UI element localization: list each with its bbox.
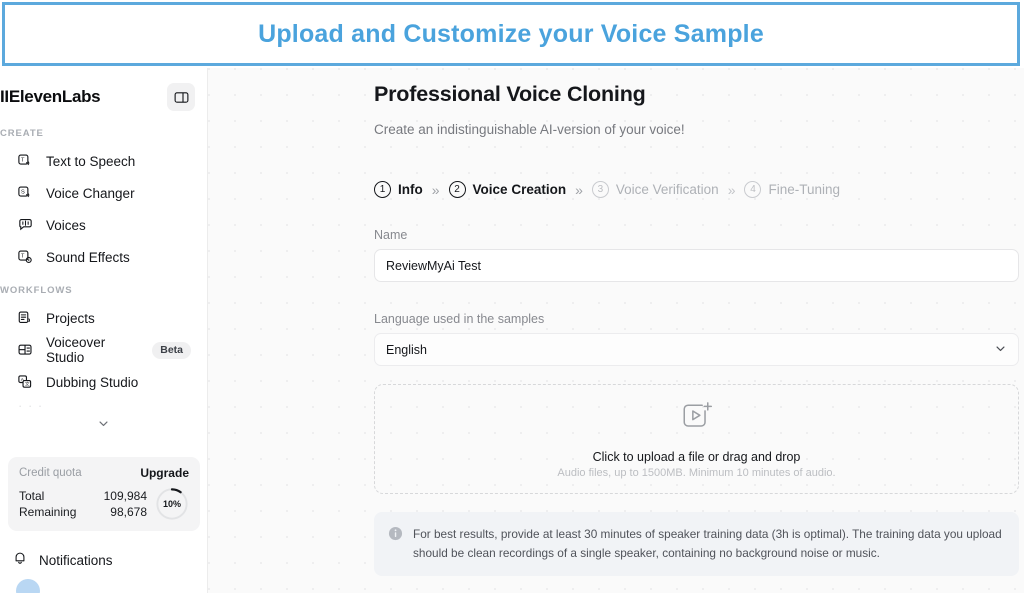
beta-badge: Beta — [152, 341, 191, 359]
voiceover-studio-icon — [16, 341, 35, 360]
name-input[interactable]: ReviewMyAi Test — [374, 249, 1019, 282]
name-field-label: Name — [374, 228, 408, 242]
sidebar-toggle-button[interactable] — [167, 83, 195, 111]
sidebar-item-voiceover-studio[interactable]: Voiceover Studio Beta — [12, 334, 195, 366]
credit-quota-body: Total 109,984 Remaining 98,678 10% — [19, 487, 189, 521]
sidebar-item-text-to-speech[interactable]: T Text to Speech — [12, 145, 195, 177]
sidebar-section-label-workflows: WORKFLOWS — [0, 285, 73, 296]
main-inner: Professional Voice Cloning Create an ind… — [208, 68, 1024, 576]
svg-text:T: T — [21, 157, 25, 163]
sidebar-item-label: Voiceover Studio — [46, 335, 106, 365]
sidebar-brand-row: IIElevenLabs — [0, 68, 195, 116]
sidebar-item-faded: · · · — [18, 398, 44, 413]
sidebar-section-label-create: CREATE — [0, 128, 44, 139]
sidebar-item-dubbing-studio[interactable]: A 文 Dubbing Studio — [12, 366, 195, 398]
info-note-line1: For best results, provide at least 30 mi… — [413, 527, 963, 541]
page-title: Professional Voice Cloning — [374, 82, 646, 106]
sidebar-item-projects[interactable]: Projects — [12, 302, 195, 334]
voice-changer-icon: S — [16, 184, 35, 203]
credit-remaining-row: Remaining 98,678 — [19, 504, 147, 520]
app-window: IIElevenLabs CREATE T Text to Speech S V… — [0, 68, 1024, 593]
language-select[interactable]: English — [374, 333, 1019, 366]
media-upload-icon — [679, 400, 715, 439]
sound-effects-icon: T — [16, 248, 35, 267]
credit-quota-header: Credit quota Upgrade — [19, 466, 189, 480]
page-banner: Upload and Customize your Voice Sample — [2, 2, 1020, 66]
file-dropzone[interactable]: Click to upload a file or drag and drop … — [374, 384, 1019, 494]
step-separator: » — [575, 181, 583, 198]
credit-progress-ring: 10% — [155, 487, 189, 521]
sidebar-item-voices[interactable]: Voices — [12, 209, 195, 241]
main-content: Professional Voice Cloning Create an ind… — [208, 68, 1024, 593]
credit-total-label: Total — [19, 489, 45, 503]
name-input-value: ReviewMyAi Test — [386, 258, 481, 273]
dropzone-sub-text: Audio files, up to 1500MB. Minimum 10 mi… — [557, 466, 836, 479]
step-number: 1 — [374, 181, 391, 198]
info-icon — [388, 526, 403, 563]
step-info[interactable]: 1 Info — [374, 181, 423, 198]
credit-percent-label: 10% — [162, 499, 181, 509]
credit-total-row: Total 109,984 — [19, 488, 147, 504]
step-label: Voice Creation — [472, 182, 567, 197]
credit-remaining-label: Remaining — [19, 505, 77, 519]
step-label: Voice Verification — [615, 182, 719, 197]
credit-total-value: 109,984 — [103, 489, 147, 503]
stepper: 1 Info » 2 Voice Creation » 3 Voice Veri… — [374, 181, 1024, 198]
text-to-speech-icon: T — [16, 152, 35, 171]
screenshot-root: Upload and Customize your Voice Sample I… — [0, 0, 1024, 593]
step-number: 2 — [448, 181, 466, 198]
credit-quota-card: Credit quota Upgrade Total 109,984 Remai… — [8, 457, 200, 531]
bell-icon — [12, 550, 28, 571]
info-note-text: For best results, provide at least 30 mi… — [413, 525, 1005, 563]
chevron-down-icon — [994, 342, 1007, 358]
page-subtitle: Create an indistinguishable AI-version o… — [374, 122, 685, 137]
projects-icon — [16, 309, 35, 328]
dropzone-main-text: Click to upload a file or drag and drop — [592, 449, 801, 464]
sidebar-expand-button[interactable] — [12, 412, 195, 434]
step-fine-tuning[interactable]: 4 Fine-Tuning — [744, 181, 840, 198]
credit-quota-title: Credit quota — [19, 467, 82, 479]
sidebar-item-label: Text to Speech — [46, 153, 136, 169]
step-separator: » — [727, 181, 736, 198]
step-voice-verification[interactable]: 3 Voice Verification — [591, 181, 719, 198]
sidebar-item-voice-changer[interactable]: S Voice Changer — [12, 177, 195, 209]
sidebar-item-sound-effects[interactable]: T Sound Effects — [12, 241, 195, 273]
language-select-value: English — [386, 342, 427, 357]
svg-text:T: T — [21, 253, 25, 259]
step-label: Fine-Tuning — [768, 182, 841, 197]
step-number: 4 — [744, 181, 762, 198]
sidebar-item-label: Notifications — [39, 553, 113, 568]
sidebar-item-label: Sound Effects — [46, 249, 130, 265]
chevron-down-icon — [99, 420, 108, 426]
sidebar-item-label: Voice Changer — [46, 185, 135, 201]
step-number: 3 — [591, 181, 609, 198]
brand-logo: IIElevenLabs — [0, 87, 101, 106]
sidebar-item-notifications[interactable]: Notifications — [12, 550, 113, 571]
language-field-label: Language used in the samples — [374, 312, 545, 326]
step-label: Info — [398, 182, 423, 197]
credit-quota-rows: Total 109,984 Remaining 98,678 — [19, 488, 147, 520]
step-voice-creation[interactable]: 2 Voice Creation — [448, 181, 567, 198]
credit-remaining-value: 98,678 — [110, 505, 147, 519]
banner-title: Upload and Customize your Voice Sample — [258, 19, 764, 48]
step-separator: » — [431, 181, 440, 198]
voices-icon — [16, 216, 35, 235]
sidebar-item-label: Dubbing Studio — [46, 374, 139, 390]
sidebar-item-label: Projects — [46, 310, 95, 326]
upgrade-link[interactable]: Upgrade — [140, 466, 189, 480]
sidebar-item-label: Voices — [46, 217, 86, 233]
avatar[interactable] — [16, 579, 40, 593]
svg-text:S: S — [21, 189, 25, 195]
dubbing-studio-icon: A 文 — [16, 373, 35, 392]
info-note: For best results, provide at least 30 mi… — [374, 512, 1019, 576]
panel-toggle-icon — [174, 91, 188, 103]
sidebar: IIElevenLabs CREATE T Text to Speech S V… — [0, 68, 208, 593]
